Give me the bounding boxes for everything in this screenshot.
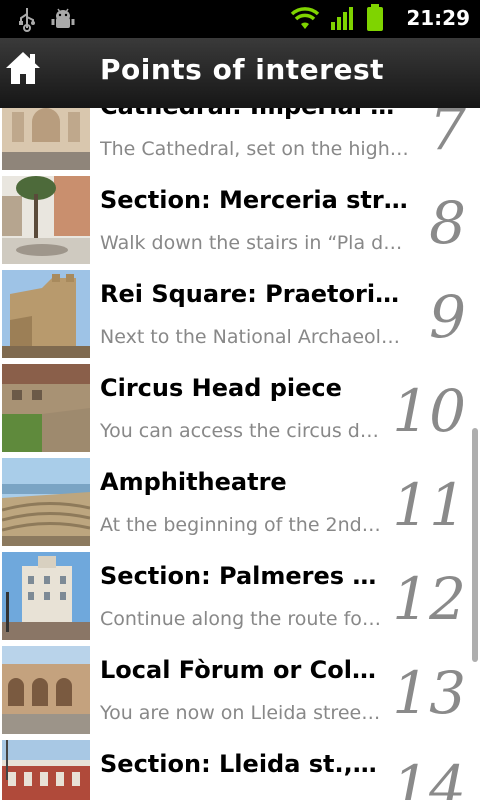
item-title: Amphitheatre — [100, 468, 287, 496]
status-bar: 21:29 — [0, 0, 480, 38]
battery-icon — [367, 4, 384, 31]
thumbnail-image — [2, 364, 90, 452]
home-icon — [6, 52, 40, 84]
item-description: Continue along the route foll... — [100, 608, 382, 630]
item-description: You can access the circus dir... — [100, 420, 382, 442]
list-item[interactable]: Cathedral: Imperial C... The Cathedral, … — [0, 108, 480, 175]
android-debug-icon — [51, 8, 75, 28]
item-description: At the beginning of the 2nd c... — [100, 514, 382, 536]
item-title: Local Fòrum or Colo... — [100, 656, 382, 684]
list-item[interactable]: Local Fòrum or Colo... You are now on Ll… — [0, 644, 480, 739]
item-number: 13 — [392, 659, 466, 727]
thumbnail-image — [2, 552, 90, 640]
item-title: Section: Merceria stre... — [100, 186, 410, 214]
item-number: 9 — [429, 283, 466, 351]
signal-icon — [331, 7, 354, 30]
item-description: Next to the National Archaeolog... — [100, 326, 410, 348]
item-title: Section: Lleida st., P... — [100, 750, 382, 778]
item-number: 7 — [429, 108, 466, 163]
thumbnail-image — [2, 740, 90, 800]
poi-list[interactable]: Cathedral: Imperial C... The Cathedral, … — [0, 108, 480, 800]
list-item[interactable]: Circus Head piece You can access the cir… — [0, 362, 480, 457]
item-title: Rei Square: Praetorium — [100, 280, 410, 308]
thumbnail-image — [2, 646, 90, 734]
item-description: Walk down the stairs in “Pla de l... — [100, 232, 410, 254]
page-title: Points of interest — [100, 53, 385, 86]
item-number: 12 — [392, 565, 466, 633]
home-button[interactable] — [4, 50, 44, 94]
item-title: Cathedral: Imperial C... — [100, 108, 410, 120]
title-bar: Points of interest — [0, 38, 480, 109]
list-item[interactable]: Amphitheatre At the beginning of the 2nd… — [0, 456, 480, 551]
item-title: Section: Palmeres P... — [100, 562, 382, 590]
thumbnail-image — [2, 108, 90, 170]
thumbnail-image — [2, 270, 90, 358]
item-number: 14 — [392, 753, 466, 800]
list-item[interactable]: Rei Square: Praetorium Next to the Natio… — [0, 268, 480, 363]
clock: 21:29 — [406, 6, 470, 30]
list-item[interactable]: Section: Merceria stre... Walk down the … — [0, 174, 480, 269]
item-description: The Cathedral, set on the highes... — [100, 138, 410, 160]
item-number: 11 — [392, 471, 466, 539]
wifi-icon — [291, 7, 320, 29]
list-item[interactable]: Section: Lleida st., P... 14 — [0, 738, 480, 800]
item-description: You are now on Lleida street,... — [100, 702, 382, 724]
item-number: 8 — [429, 189, 466, 257]
thumbnail-image — [2, 176, 90, 264]
thumbnail-image — [2, 458, 90, 546]
usb-icon — [19, 8, 35, 32]
scrollbar[interactable] — [472, 428, 478, 662]
item-number: 10 — [392, 377, 466, 445]
list-item[interactable]: Section: Palmeres P... Continue along th… — [0, 550, 480, 645]
item-title: Circus Head piece — [100, 374, 342, 402]
